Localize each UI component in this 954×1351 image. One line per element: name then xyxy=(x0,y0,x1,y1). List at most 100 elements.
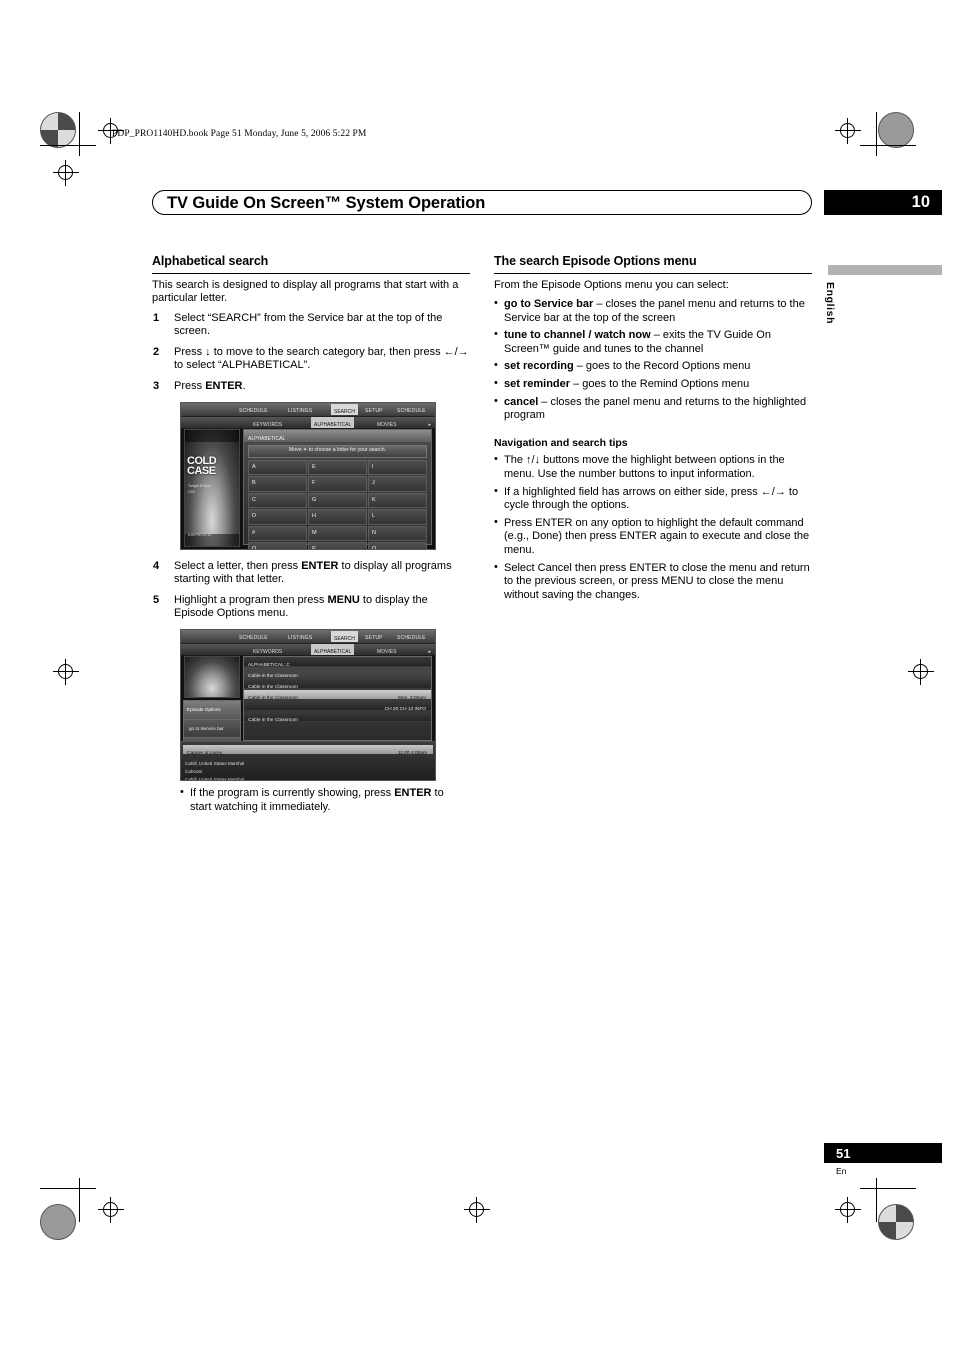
letter-cell[interactable]: D xyxy=(248,509,307,525)
page-suffix: En xyxy=(836,1166,847,1176)
letter-cell[interactable]: H xyxy=(308,509,367,525)
menu-item-go-to-service-bar[interactable]: go to Service bar xyxy=(184,718,240,738)
crop-line-left-v xyxy=(79,112,80,156)
letter-cell[interactable]: E xyxy=(308,459,367,476)
episode-options-program-list: ALPHABETICAL: C Cable in the Classroom C… xyxy=(243,656,432,742)
letter-cell[interactable]: A xyxy=(248,459,307,476)
crop-mark-top-center xyxy=(835,118,861,144)
subsection-navigation-tips: Navigation and search tips xyxy=(494,436,628,449)
step-3-key: ENTER xyxy=(205,380,243,393)
step-5-key: MENU xyxy=(327,593,360,606)
crop-line-top-right xyxy=(860,145,916,146)
option-item-go-to-service-bar: go to Service bar – closes the panel men… xyxy=(494,297,812,325)
screenshot2-search-category-bar: KEYWORDS ALPHABETICAL MOVIES ▸ xyxy=(181,644,435,657)
step-item: Select a letter, then press ENTER to dis… xyxy=(152,560,470,587)
option-term: tune to channel / watch now xyxy=(504,329,651,342)
list-row[interactable]: Cable in the Classroom xyxy=(244,679,431,690)
step-item: Press ENTER. xyxy=(152,380,470,394)
chapter-number: 10 xyxy=(911,193,930,211)
list-row-title: Cable in the Classroom xyxy=(248,718,298,724)
letter-cell[interactable]: Q xyxy=(368,542,427,549)
alphabet-panel-prompt: Move ✦ to choose a letter for your searc… xyxy=(248,444,427,458)
episode-options-menu-header: Episode Options xyxy=(184,701,240,719)
list-badge-row: CH 20 CH 13 INFO xyxy=(244,701,431,712)
registration-mark-bottom-left xyxy=(40,1204,76,1240)
bottom-row-title: Cagney & Lacey xyxy=(187,751,223,757)
letter-cell[interactable]: K xyxy=(368,492,427,509)
list-category-row: ALPHABETICAL: C xyxy=(244,657,431,668)
list-row-selected[interactable]: Cable in the Classroom Mon. 4:00am xyxy=(244,690,431,701)
page-number: 51 xyxy=(836,1146,851,1161)
option-term: go to Service bar xyxy=(504,298,594,311)
letter-cell[interactable]: L xyxy=(368,509,427,525)
letter-cell[interactable]: I xyxy=(368,459,427,476)
bottom-row-selected[interactable]: Cagney & Lacey 11:00 4:00am xyxy=(183,745,433,757)
page-title: TV Guide On Screen™ System Operation xyxy=(167,194,486,212)
screenshot2-top-service-bar: SCHEDULE LISTINGS SEARCH SETUP SCHEDULE xyxy=(181,630,435,645)
screenshot-video-preview: COLD CASE Tonight 8:00pm CBS 8:00 PM CH … xyxy=(184,428,240,547)
list-program-title-row: Cable in the Classroom xyxy=(244,668,431,679)
topbar-item-search-selected: SEARCH xyxy=(331,403,358,415)
crop-line-right-v xyxy=(876,112,877,156)
step-item: Highlight a program then press MENU to d… xyxy=(152,594,470,621)
episode-options-bottom-list: Cagney & Lacey 11:00 4:00am Cahill, Unit… xyxy=(181,741,435,781)
letter-cell[interactable]: # xyxy=(248,525,307,542)
step-3-suffix: . xyxy=(242,380,246,393)
screenshot-note: If the program is currently showing, pre… xyxy=(180,786,446,814)
option-item-set-recording: set recording – goes to the Record Optio… xyxy=(494,359,812,374)
video-program-title: COLD CASE xyxy=(187,454,217,477)
step-item: Press ↓ to move to the search category b… xyxy=(153,345,469,372)
option-term: set recording xyxy=(504,360,574,373)
screenshot-alphabet-panel: ALPHABETICAL Move ✦ to choose a letter f… xyxy=(243,428,432,549)
letter-cell[interactable]: G xyxy=(308,492,367,509)
bottom-row-time: 11:00 4:00am xyxy=(398,751,427,757)
alphabetical-search-intro: This search is designed to display all p… xyxy=(152,278,459,305)
crop-mark-bottom-right xyxy=(835,1197,861,1223)
crop-line-top xyxy=(40,145,96,146)
crop-mark-bottom-left xyxy=(98,1197,124,1223)
step-3-prefix: Press xyxy=(174,380,206,393)
crop-line-bottom xyxy=(40,1188,96,1189)
note-part1: If the program is currently showing, pre… xyxy=(190,787,395,800)
rowbar-item-alphabetical-selected: ALPHABETICAL xyxy=(311,416,355,428)
alphabet-letter-grid[interactable]: A E I B F J C G K D H L # M N O P Q R S xyxy=(248,459,427,549)
letter-cell[interactable]: C xyxy=(248,492,307,509)
list-row[interactable]: Cable in the Classroom xyxy=(244,712,431,724)
section-heading-alphabetical-search: Alphabetical search xyxy=(152,254,470,274)
option-desc: – closes the panel menu and returns to t… xyxy=(504,395,807,422)
registration-mark-top-left xyxy=(40,112,76,148)
alphabet-panel-header: ALPHABETICAL xyxy=(244,429,431,442)
alphabetical-search-steps-continued: Select a letter, then press ENTER to dis… xyxy=(152,560,470,621)
screenshot2-video-preview xyxy=(184,656,240,699)
screenshot-episode-options: SCHEDULE LISTINGS SEARCH SETUP SCHEDULE … xyxy=(180,629,436,782)
crop-line-left-v-bottom xyxy=(79,1178,80,1222)
left-column: Alphabetical search This search is desig… xyxy=(152,254,470,814)
letter-cell[interactable]: M xyxy=(308,525,367,542)
rowbar-item-alphabetical-selected: ALPHABETICAL xyxy=(311,644,355,656)
page-number-tab: 51 xyxy=(824,1143,942,1163)
option-item-set-reminder: set reminder – goes to the Remind Option… xyxy=(494,377,812,392)
letter-cell[interactable]: P xyxy=(308,542,367,549)
bottom-row[interactable]: Cahill, United States Marshal xyxy=(185,773,244,780)
video-channel-info: 8:00 PM CH 13 xyxy=(188,533,212,538)
option-item-tune-to-channel: tune to channel / watch now – exits the … xyxy=(494,328,812,356)
letter-cell[interactable]: J xyxy=(368,476,427,492)
video-thumbnail xyxy=(185,657,239,698)
option-desc: – goes to the Remind Options menu xyxy=(570,378,750,391)
option-term: cancel xyxy=(504,395,539,408)
letter-cell[interactable]: B xyxy=(248,476,307,492)
chapter-number-tab: 10 xyxy=(824,190,942,215)
episode-options-intro: From the Episode Options menu you can se… xyxy=(494,278,729,291)
file-stamp: PDP_PRO1140HD.book Page 51 Monday, June … xyxy=(112,129,367,139)
side-grey-bar xyxy=(828,265,942,275)
letter-cell[interactable]: O xyxy=(248,542,307,549)
letter-cell[interactable]: N xyxy=(368,525,427,542)
tip-item: Press ENTER on any option to highlight t… xyxy=(494,516,812,558)
letter-cell[interactable]: F xyxy=(308,476,367,492)
section-heading-episode-options: The search Episode Options menu xyxy=(494,254,812,274)
page-title-bar: TV Guide On Screen™ System Operation xyxy=(152,190,812,215)
tip-item: If a highlighted field has arrows on eit… xyxy=(494,485,812,513)
crop-mark-right-mid xyxy=(908,659,934,685)
option-item-cancel: cancel – closes the panel menu and retur… xyxy=(494,395,812,423)
note-key: ENTER xyxy=(394,787,432,800)
